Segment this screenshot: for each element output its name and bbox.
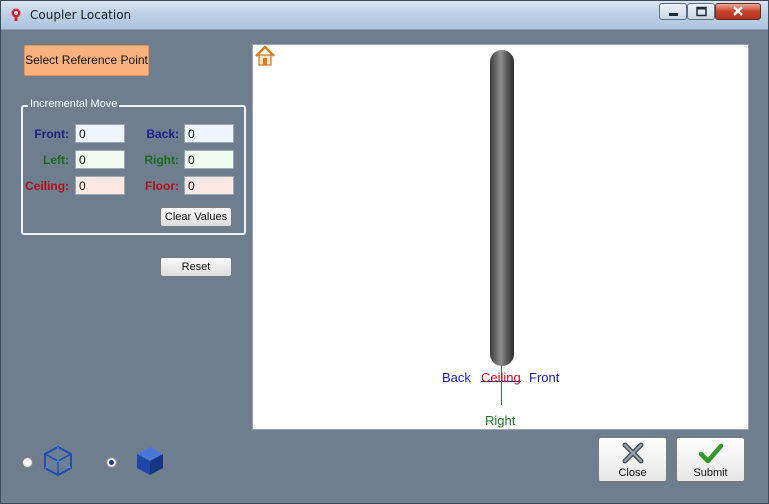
close-x-icon: [622, 442, 644, 464]
coupler-location-window: Coupler Location Select Reference Point …: [0, 0, 769, 504]
solid-view-radio[interactable]: [106, 457, 117, 468]
axis-label-right: Right: [485, 413, 516, 428]
ceiling-field[interactable]: [75, 176, 125, 195]
incremental-move-title: Incremental Move: [28, 98, 120, 110]
maximize-button[interactable]: [687, 3, 715, 20]
window-title: Coupler Location: [30, 8, 132, 22]
ceiling-label: Ceiling:: [25, 179, 69, 193]
right-label: Right:: [144, 153, 179, 167]
left-field[interactable]: [75, 150, 125, 169]
front-field[interactable]: [75, 124, 125, 143]
coupler-model: [490, 50, 514, 366]
close-window-button[interactable]: [715, 3, 761, 20]
submit-button-label: Submit: [693, 467, 728, 479]
floor-label: Floor:: [145, 179, 179, 193]
back-label: Back:: [146, 127, 179, 141]
minimize-button[interactable]: [659, 3, 687, 20]
select-reference-point-button[interactable]: Select Reference Point: [24, 45, 149, 76]
right-field[interactable]: [184, 150, 234, 169]
axis-label-front: Front: [529, 370, 560, 385]
submit-button[interactable]: Submit: [676, 437, 745, 482]
axis-label-ceiling: Ceiling: [481, 370, 521, 385]
3d-viewport[interactable]: Back Ceiling Front Right: [252, 44, 749, 430]
close-button[interactable]: Close: [598, 437, 667, 482]
checkmark-icon: [699, 443, 723, 464]
wireframe-cube-icon[interactable]: [42, 445, 74, 477]
solid-cube-icon[interactable]: [134, 445, 166, 477]
left-label: Left:: [43, 153, 69, 167]
home-icon[interactable]: [254, 45, 276, 67]
wireframe-view-radio[interactable]: [22, 457, 33, 468]
close-button-label: Close: [618, 467, 647, 479]
axis-label-back: Back: [442, 370, 471, 385]
title-bar: Coupler Location: [1, 1, 768, 30]
reset-button[interactable]: Reset: [160, 257, 232, 277]
app-icon: [11, 8, 21, 21]
back-field[interactable]: [184, 124, 234, 143]
close-icon: [733, 6, 743, 16]
maximize-icon: [696, 6, 707, 17]
minimize-icon: [669, 13, 678, 16]
floor-field[interactable]: [184, 176, 234, 195]
front-label: Front:: [34, 127, 69, 141]
clear-values-button[interactable]: Clear Values: [160, 207, 232, 227]
